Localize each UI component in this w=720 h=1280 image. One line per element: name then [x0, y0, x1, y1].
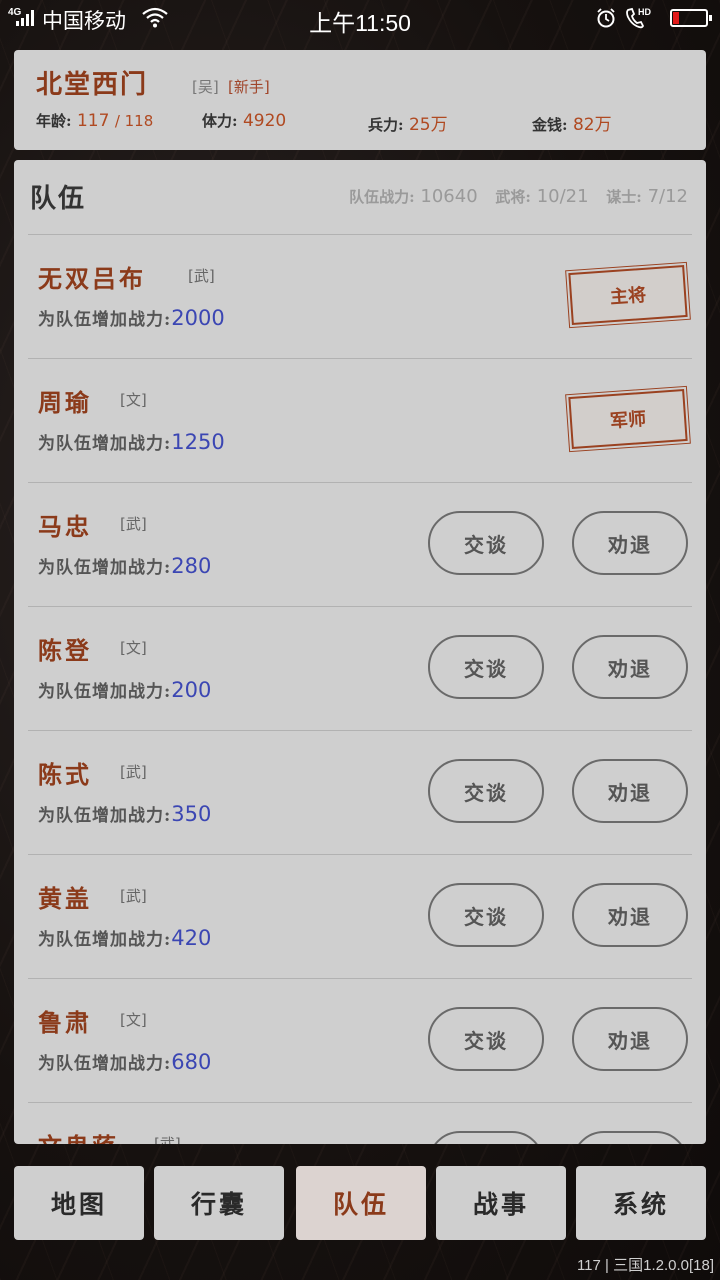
dismiss-button[interactable]: 劝退: [572, 1007, 688, 1071]
commander-stamp: 主将: [565, 261, 691, 329]
dismiss-button[interactable]: 劝退: [572, 759, 688, 823]
generals-count: 10/21: [536, 186, 589, 207]
member-bonus: 为队伍增加战力:2000: [38, 306, 225, 330]
member-row: 马忠 [武] 为队伍增加战力:280 交谈 劝退: [28, 483, 692, 607]
member-name: 无双吕布: [38, 264, 146, 293]
member-row: 文鬼蒋 [武] 交谈 劝退: [28, 1103, 692, 1144]
tab-battle[interactable]: 战事: [436, 1166, 566, 1240]
stat-stamina: 体力: 4920: [202, 111, 287, 131]
tab-inventory[interactable]: 行囊: [154, 1166, 284, 1240]
stat-money: 金钱: 82万: [532, 115, 612, 135]
member-bonus: 为队伍增加战力:420: [38, 926, 212, 950]
member-name: 文鬼蒋: [38, 1127, 119, 1144]
member-type: [武]: [188, 267, 215, 285]
talk-button[interactable]: 交谈: [428, 1007, 544, 1071]
team-title: 队伍: [30, 184, 87, 214]
dismiss-button[interactable]: 劝退: [572, 635, 688, 699]
member-type: [文]: [120, 1011, 147, 1029]
member-type: [武]: [120, 763, 147, 781]
member-row: 鲁肃 [文] 为队伍增加战力:680 交谈 劝退: [28, 979, 692, 1103]
hd-call-icon: HD: [626, 7, 651, 29]
talk-button[interactable]: 交谈: [428, 759, 544, 823]
member-name: 黄盖: [38, 884, 92, 913]
member-name: 陈登: [38, 636, 92, 665]
strategist-stamp: 军师: [565, 385, 691, 453]
member-type: [武]: [154, 1135, 181, 1144]
member-row: 陈式 [武] 为队伍增加战力:350 交谈 劝退: [28, 731, 692, 855]
dismiss-button[interactable]: 劝退: [572, 1131, 688, 1144]
member-row: 陈登 [文] 为队伍增加战力:200 交谈 劝退: [28, 607, 692, 731]
status-bar: 4G 中国移动 上午11:50 HD: [0, 0, 720, 36]
member-name: 陈式: [38, 760, 92, 789]
player-faction: [吴]: [192, 78, 219, 96]
battery-icon: [670, 9, 712, 27]
tab-map[interactable]: 地图: [14, 1166, 144, 1240]
version-label: 117 | 三国1.2.0.0[18]: [576, 1257, 714, 1274]
tab-team[interactable]: 队伍: [296, 1166, 426, 1240]
member-row: 周瑜 [文] 为队伍增加战力:1250 军师: [28, 359, 692, 483]
advisors-count: 7/12: [647, 186, 688, 207]
member-bonus: 为队伍增加战力:680: [38, 1050, 212, 1074]
member-type: [文]: [120, 391, 147, 409]
member-type: [武]: [120, 887, 147, 905]
member-name: 马忠: [38, 512, 92, 541]
tab-system[interactable]: 系统: [576, 1166, 706, 1240]
stat-troops: 兵力: 25万: [368, 115, 448, 135]
member-name: 周瑜: [38, 388, 92, 417]
member-row: 黄盖 [武] 为队伍增加战力:420 交谈 劝退: [28, 855, 692, 979]
stat-age: 年龄: 117 / 118: [36, 111, 154, 131]
team-power: 10640: [420, 186, 478, 207]
player-name: 北堂西门: [36, 70, 149, 100]
player-info-card: 北堂西门 [吴] [新手] 年龄: 117 / 118 体力: 4920 兵力:…: [14, 50, 706, 150]
member-type: [武]: [120, 515, 147, 533]
member-type: [文]: [120, 639, 147, 657]
team-summary: 队伍战力: 10640 武将: 10/21 谋士: 7/12: [349, 186, 688, 207]
dismiss-button[interactable]: 劝退: [572, 883, 688, 947]
talk-button[interactable]: 交谈: [428, 883, 544, 947]
alarm-icon: [597, 8, 615, 28]
talk-button[interactable]: 交谈: [428, 511, 544, 575]
member-bonus: 为队伍增加战力:200: [38, 678, 212, 702]
talk-button[interactable]: 交谈: [428, 1131, 544, 1144]
team-panel[interactable]: 队伍 队伍战力: 10640 武将: 10/21 谋士: 7/12 无双吕布 […: [14, 160, 706, 1144]
player-rank: [新手]: [228, 78, 270, 96]
member-row: 无双吕布 [武] 为队伍增加战力:2000 主将: [28, 235, 692, 359]
member-bonus: 为队伍增加战力:350: [38, 802, 212, 826]
talk-button[interactable]: 交谈: [428, 635, 544, 699]
svg-text:HD: HD: [638, 7, 651, 17]
member-bonus: 为队伍增加战力:1250: [38, 430, 225, 454]
member-name: 鲁肃: [38, 1008, 92, 1037]
dismiss-button[interactable]: 劝退: [572, 511, 688, 575]
member-bonus: 为队伍增加战力:280: [38, 554, 212, 578]
